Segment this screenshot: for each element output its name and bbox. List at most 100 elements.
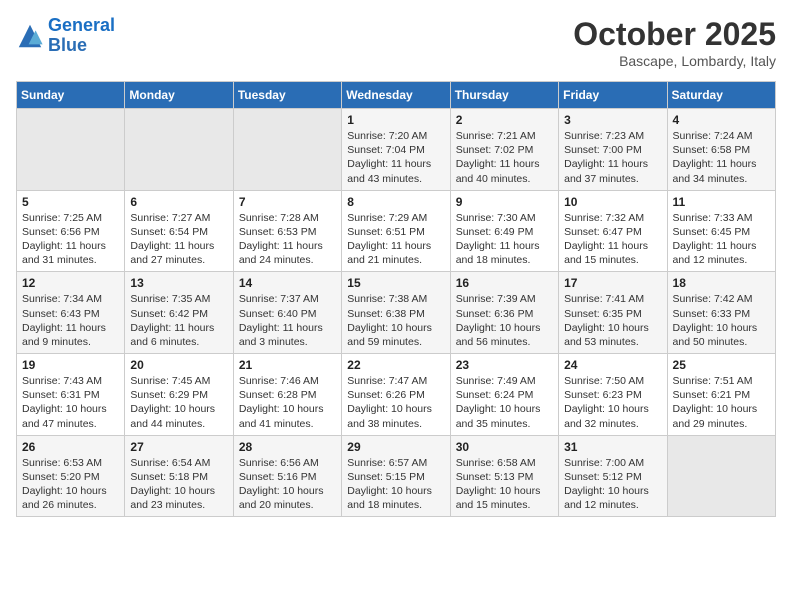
calendar-day-cell: 9Sunrise: 7:30 AM Sunset: 6:49 PM Daylig… [450, 190, 558, 272]
weekday-header-cell: Wednesday [342, 82, 450, 109]
day-info: Sunrise: 6:57 AM Sunset: 5:15 PM Dayligh… [347, 456, 444, 513]
day-info: Sunrise: 7:24 AM Sunset: 6:58 PM Dayligh… [673, 129, 770, 186]
day-number: 8 [347, 195, 444, 209]
day-info: Sunrise: 7:42 AM Sunset: 6:33 PM Dayligh… [673, 292, 770, 349]
day-number: 12 [22, 276, 119, 290]
day-info: Sunrise: 7:23 AM Sunset: 7:00 PM Dayligh… [564, 129, 661, 186]
calendar-table: SundayMondayTuesdayWednesdayThursdayFrid… [16, 81, 776, 517]
day-info: Sunrise: 7:47 AM Sunset: 6:26 PM Dayligh… [347, 374, 444, 431]
day-info: Sunrise: 7:43 AM Sunset: 6:31 PM Dayligh… [22, 374, 119, 431]
day-number: 5 [22, 195, 119, 209]
day-info: Sunrise: 7:50 AM Sunset: 6:23 PM Dayligh… [564, 374, 661, 431]
calendar-day-cell: 26 Sunrise: 6:53 AM Sunset: 5:20 PM Dayli… [17, 435, 125, 517]
day-info: Sunrise: 7:35 AM Sunset: 6:42 PM Dayligh… [130, 292, 227, 349]
calendar-day-cell: 19 Sunrise: 7:43 AM Sunset: 6:31 PM Dayli… [17, 354, 125, 436]
calendar-day-cell [667, 435, 775, 517]
day-number: 26 [22, 440, 119, 454]
day-number: 7 [239, 195, 336, 209]
calendar-day-cell: 16 Sunrise: 7:39 AM Sunset: 6:36 PM Dayli… [450, 272, 558, 354]
calendar-body: 1Sunrise: 7:20 AM Sunset: 7:04 PM Daylig… [17, 109, 776, 517]
day-number: 19 [22, 358, 119, 372]
day-info: Sunrise: 7:25 AM Sunset: 6:56 PM Dayligh… [22, 211, 119, 268]
day-info: Sunrise: 7:38 AM Sunset: 6:38 PM Dayligh… [347, 292, 444, 349]
day-number: 14 [239, 276, 336, 290]
calendar-day-cell: 11Sunrise: 7:33 AM Sunset: 6:45 PM Dayli… [667, 190, 775, 272]
day-number: 6 [130, 195, 227, 209]
page-header: General Blue October 2025 Bascape, Lomba… [16, 16, 776, 69]
day-info: Sunrise: 6:53 AM Sunset: 5:20 PM Dayligh… [22, 456, 119, 513]
calendar-day-cell: 21 Sunrise: 7:46 AM Sunset: 6:28 PM Dayli… [233, 354, 341, 436]
day-number: 4 [673, 113, 770, 127]
calendar-day-cell: 3Sunrise: 7:23 AM Sunset: 7:00 PM Daylig… [559, 109, 667, 191]
day-info: Sunrise: 7:33 AM Sunset: 6:45 PM Dayligh… [673, 211, 770, 268]
calendar-day-cell: 30 Sunrise: 6:58 AM Sunset: 5:13 PM Dayli… [450, 435, 558, 517]
calendar-day-cell: 1Sunrise: 7:20 AM Sunset: 7:04 PM Daylig… [342, 109, 450, 191]
calendar-day-cell: 2 Sunrise: 7:21 AM Sunset: 7:02 PM Daylig… [450, 109, 558, 191]
day-info: Sunrise: 7:30 AM Sunset: 6:49 PM Dayligh… [456, 211, 553, 268]
day-number: 30 [456, 440, 553, 454]
day-number: 22 [347, 358, 444, 372]
day-info: Sunrise: 6:58 AM Sunset: 5:13 PM Dayligh… [456, 456, 553, 513]
calendar-day-cell: 23 Sunrise: 7:49 AM Sunset: 6:24 PM Dayli… [450, 354, 558, 436]
day-number: 1 [347, 113, 444, 127]
day-number: 18 [673, 276, 770, 290]
day-number: 23 [456, 358, 553, 372]
logo: General Blue [16, 16, 115, 56]
day-number: 21 [239, 358, 336, 372]
calendar-day-cell: 7 Sunrise: 7:28 AM Sunset: 6:53 PM Daylig… [233, 190, 341, 272]
day-info: Sunrise: 7:37 AM Sunset: 6:40 PM Dayligh… [239, 292, 336, 349]
day-info: Sunrise: 7:46 AM Sunset: 6:28 PM Dayligh… [239, 374, 336, 431]
calendar-day-cell [233, 109, 341, 191]
day-info: Sunrise: 7:32 AM Sunset: 6:47 PM Dayligh… [564, 211, 661, 268]
calendar-day-cell: 15Sunrise: 7:38 AM Sunset: 6:38 PM Dayli… [342, 272, 450, 354]
day-number: 2 [456, 113, 553, 127]
calendar-day-cell: 17Sunrise: 7:41 AM Sunset: 6:35 PM Dayli… [559, 272, 667, 354]
calendar-week-row: 5 Sunrise: 7:25 AM Sunset: 6:56 PM Daylig… [17, 190, 776, 272]
logo-line2: Blue [48, 36, 115, 56]
day-number: 16 [456, 276, 553, 290]
day-info: Sunrise: 7:51 AM Sunset: 6:21 PM Dayligh… [673, 374, 770, 431]
calendar-day-cell: 8 Sunrise: 7:29 AM Sunset: 6:51 PM Daylig… [342, 190, 450, 272]
calendar-day-cell: 22 Sunrise: 7:47 AM Sunset: 6:26 PM Dayli… [342, 354, 450, 436]
weekday-header-row: SundayMondayTuesdayWednesdayThursdayFrid… [17, 82, 776, 109]
day-number: 28 [239, 440, 336, 454]
day-number: 27 [130, 440, 227, 454]
calendar-day-cell: 29Sunrise: 6:57 AM Sunset: 5:15 PM Dayli… [342, 435, 450, 517]
day-info: Sunrise: 7:49 AM Sunset: 6:24 PM Dayligh… [456, 374, 553, 431]
calendar-day-cell: 6 Sunrise: 7:27 AM Sunset: 6:54 PM Daylig… [125, 190, 233, 272]
logo-text: General Blue [48, 16, 115, 56]
day-number: 13 [130, 276, 227, 290]
calendar-day-cell: 12 Sunrise: 7:34 AM Sunset: 6:43 PM Dayli… [17, 272, 125, 354]
day-info: Sunrise: 7:00 AM Sunset: 5:12 PM Dayligh… [564, 456, 661, 513]
day-number: 31 [564, 440, 661, 454]
calendar-day-cell: 14 Sunrise: 7:37 AM Sunset: 6:40 PM Dayli… [233, 272, 341, 354]
day-info: Sunrise: 6:56 AM Sunset: 5:16 PM Dayligh… [239, 456, 336, 513]
location-subtitle: Bascape, Lombardy, Italy [573, 53, 776, 69]
day-info: Sunrise: 7:29 AM Sunset: 6:51 PM Dayligh… [347, 211, 444, 268]
title-block: October 2025 Bascape, Lombardy, Italy [573, 16, 776, 69]
calendar-day-cell: 10 Sunrise: 7:32 AM Sunset: 6:47 PM Dayli… [559, 190, 667, 272]
logo-icon [16, 22, 44, 50]
day-info: Sunrise: 7:21 AM Sunset: 7:02 PM Dayligh… [456, 129, 553, 186]
day-info: Sunrise: 7:39 AM Sunset: 6:36 PM Dayligh… [456, 292, 553, 349]
calendar-day-cell: 18 Sunrise: 7:42 AM Sunset: 6:33 PM Dayli… [667, 272, 775, 354]
weekday-header-cell: Sunday [17, 82, 125, 109]
weekday-header-cell: Saturday [667, 82, 775, 109]
day-info: Sunrise: 7:28 AM Sunset: 6:53 PM Dayligh… [239, 211, 336, 268]
weekday-header-cell: Friday [559, 82, 667, 109]
day-info: Sunrise: 7:41 AM Sunset: 6:35 PM Dayligh… [564, 292, 661, 349]
day-number: 25 [673, 358, 770, 372]
calendar-day-cell: 27 Sunrise: 6:54 AM Sunset: 5:18 PM Dayli… [125, 435, 233, 517]
day-number: 24 [564, 358, 661, 372]
calendar-day-cell [125, 109, 233, 191]
weekday-header-cell: Tuesday [233, 82, 341, 109]
day-info: Sunrise: 7:27 AM Sunset: 6:54 PM Dayligh… [130, 211, 227, 268]
calendar-day-cell: 28 Sunrise: 6:56 AM Sunset: 5:16 PM Dayli… [233, 435, 341, 517]
calendar-day-cell: 20Sunrise: 7:45 AM Sunset: 6:29 PM Dayli… [125, 354, 233, 436]
calendar-day-cell [17, 109, 125, 191]
day-info: Sunrise: 6:54 AM Sunset: 5:18 PM Dayligh… [130, 456, 227, 513]
calendar-day-cell: 31 Sunrise: 7:00 AM Sunset: 5:12 PM Dayli… [559, 435, 667, 517]
day-number: 10 [564, 195, 661, 209]
day-info: Sunrise: 7:34 AM Sunset: 6:43 PM Dayligh… [22, 292, 119, 349]
calendar-week-row: 1Sunrise: 7:20 AM Sunset: 7:04 PM Daylig… [17, 109, 776, 191]
